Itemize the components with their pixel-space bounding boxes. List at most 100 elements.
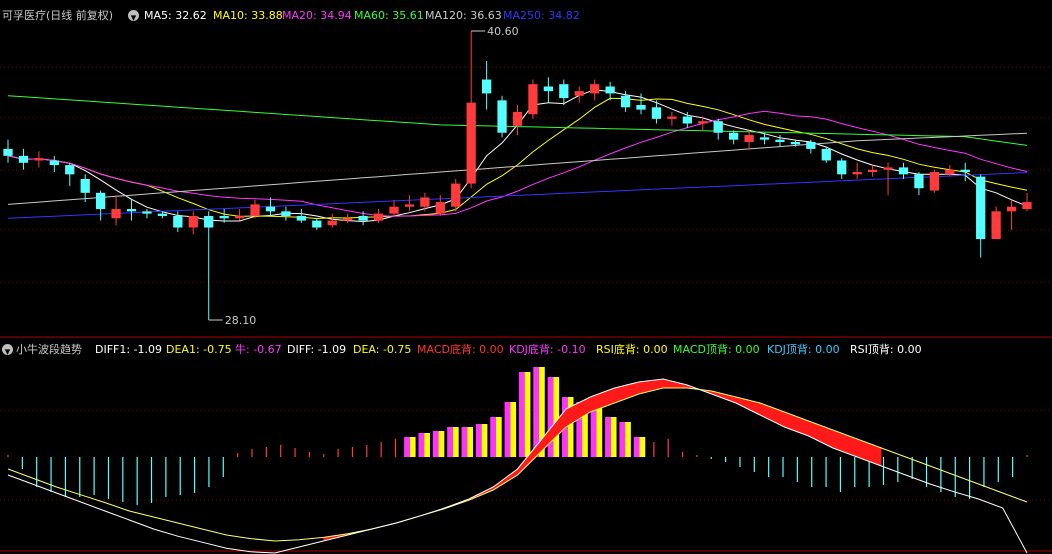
candle-body (435, 202, 445, 214)
candle-body (358, 215, 368, 221)
candle-body (991, 211, 1001, 240)
candle-body (420, 197, 430, 207)
candle-body (590, 84, 600, 94)
macd-bar-magenta (504, 402, 511, 457)
candle-body (281, 211, 291, 216)
low-price-label: 28.10 (225, 314, 257, 327)
candle-body (806, 141, 816, 149)
macd-bar-magenta (619, 422, 626, 457)
candle-body (389, 206, 399, 214)
macd-bar-yellow (553, 377, 560, 457)
macd-bar-yellow (510, 402, 517, 457)
candle-body (34, 158, 44, 161)
candle-body (1022, 202, 1032, 210)
candle-body (790, 141, 801, 145)
indicator-value-1: DEA1: -0.75 (166, 343, 232, 356)
stock-name: 可孚医疗 (2, 9, 46, 22)
indicator-value-6: KDJ底背: -0.10 (509, 343, 586, 356)
chart-canvas[interactable]: 40.60 28.10 (0, 0, 1052, 554)
macd-bar-yellow (409, 437, 416, 457)
candle-body (497, 100, 507, 133)
macd-bar-magenta (432, 431, 439, 457)
indicator-value-3: DIFF: -1.09 (287, 343, 347, 356)
stock-period: (日线 前复权) (46, 9, 114, 22)
candle-body (142, 211, 152, 214)
macd-bar-magenta (518, 372, 525, 457)
candle-body (126, 209, 137, 212)
candle-body (1006, 206, 1017, 212)
candle-body (914, 174, 924, 189)
candle-body (65, 165, 75, 175)
chevron-down-icon[interactable]: ▾ (128, 10, 139, 24)
indicator-header: ▾ 小牛波段趋势 DIFF1: -1.09 DEA1: -0.75 牛: -0.… (0, 342, 1052, 358)
macd-bar-magenta (633, 437, 640, 457)
candle-body (296, 215, 306, 221)
ma-legend-4: MA120: 36.63 (425, 9, 502, 22)
ma-legend-3: MA60: 35.61 (354, 9, 424, 22)
candle-body (744, 135, 754, 142)
candle-body (713, 121, 723, 133)
candle-body (343, 218, 353, 221)
candle-body (466, 102, 476, 184)
candle-body (559, 84, 569, 99)
chevron-down-icon[interactable]: ▾ (2, 344, 13, 358)
main-chart-header: 可孚医疗(日线 前复权) ▾ MA5: 32.62 MA10: 33.88 MA… (0, 8, 1052, 24)
candle-body (837, 160, 847, 175)
candle-body (96, 192, 106, 210)
candle-body (729, 132, 739, 140)
candle-body (929, 172, 939, 191)
candle-body (18, 155, 29, 163)
candle-body (651, 107, 662, 119)
candle-body (157, 213, 168, 216)
macd-bar-magenta (475, 424, 482, 457)
candle-body (960, 169, 970, 173)
indicator-value-2: 牛: -0.67 (235, 343, 282, 356)
candle-body (852, 172, 862, 175)
macd-bar-yellow (524, 372, 531, 457)
candle-body (667, 116, 677, 119)
candle-body (528, 84, 538, 115)
macd-bar-magenta (605, 417, 611, 457)
candle-body (265, 206, 276, 212)
macd-bar-yellow (625, 422, 631, 457)
candle-body (945, 169, 955, 175)
candle-body (49, 160, 59, 166)
candle-body (250, 204, 260, 216)
candle-body (883, 167, 893, 170)
candle-body (976, 176, 986, 240)
indicator-name[interactable]: 小牛波段趋势 (16, 342, 82, 358)
candle-body (605, 86, 615, 94)
candle-body (636, 104, 646, 110)
indicator-value-10: RSI顶背: 0.00 (850, 343, 922, 356)
candle-body (574, 91, 584, 96)
stock-title[interactable]: 可孚医疗(日线 前复权) (2, 8, 113, 24)
candle-body (698, 121, 708, 124)
macd-bar-yellow (438, 431, 445, 457)
macd-bar-yellow (596, 407, 603, 457)
candle-body (759, 137, 770, 140)
ma-legend-5: MA250: 34.82 (503, 9, 580, 22)
candle-body (312, 220, 322, 228)
candle-body (219, 215, 229, 219)
candle-body (3, 148, 13, 156)
candle-body (620, 95, 631, 108)
candle-body (204, 215, 214, 228)
macd-bar-yellow (639, 437, 646, 457)
macd-bar-magenta (404, 437, 410, 457)
indicator-value-9: KDJ顶背: 0.00 (767, 343, 840, 356)
indicator-value-5: MACD底背: 0.00 (417, 343, 504, 356)
high-price-label: 40.60 (487, 25, 519, 38)
candle-body (682, 116, 692, 124)
indicator-value-7: RSI底背: 0.00 (596, 343, 668, 356)
ma-legend-0: MA5: 32.62 (144, 9, 207, 22)
macd-bar-magenta (418, 433, 425, 457)
macd-bar-yellow (467, 427, 474, 457)
candle-body (111, 209, 121, 219)
candle-body (898, 167, 909, 175)
candle-body (80, 178, 90, 193)
candle-body (234, 215, 245, 219)
macd-bar-magenta (447, 427, 453, 457)
candle-body (173, 215, 183, 228)
candle-body (543, 86, 554, 92)
candle-body (481, 79, 492, 94)
